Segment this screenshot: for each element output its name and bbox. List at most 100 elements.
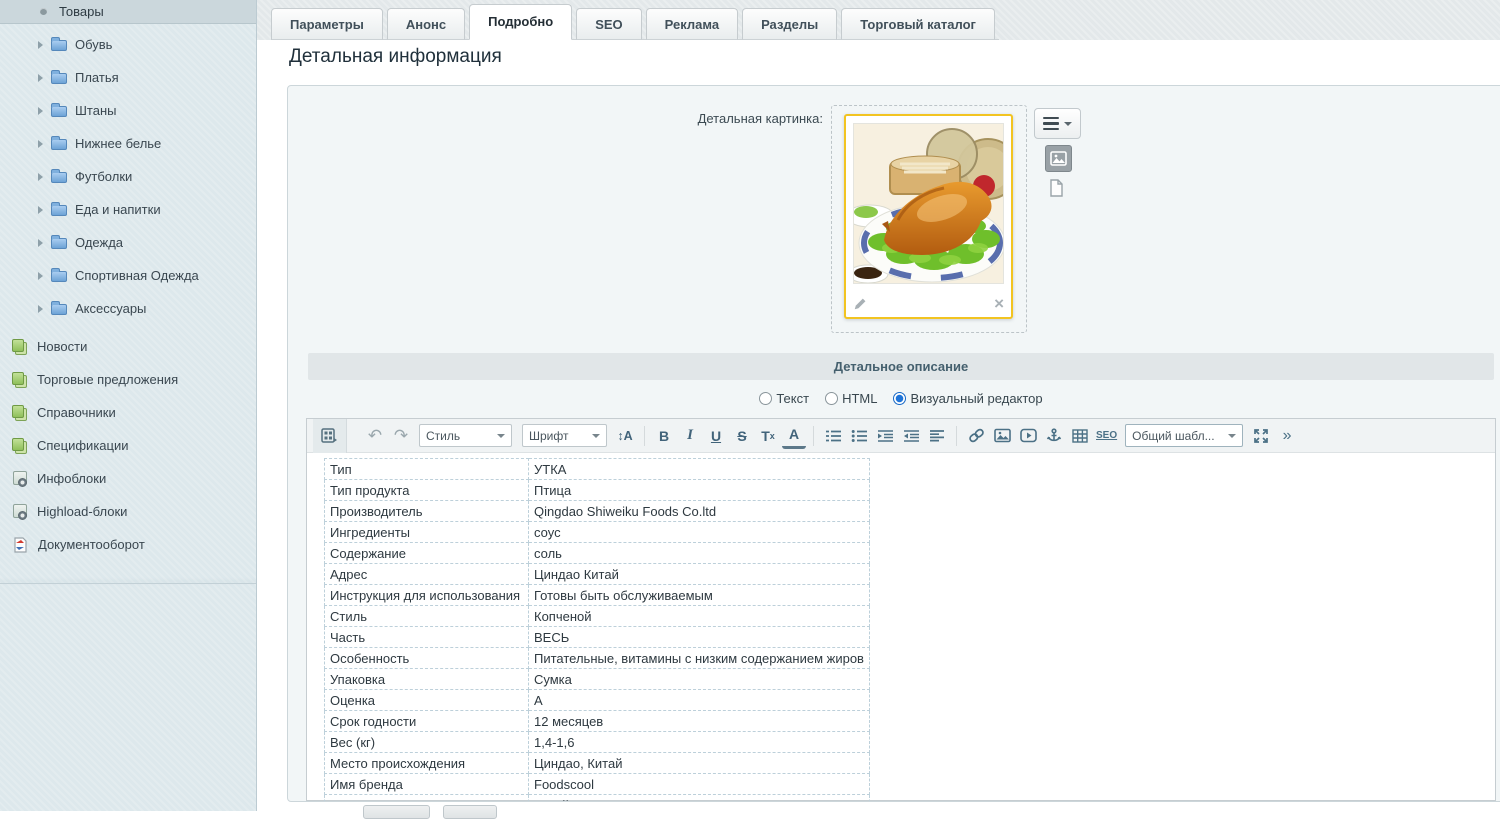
sidebar-tree-item-6[interactable]: Одежда <box>0 226 256 259</box>
property-name-cell[interactable]: Часть <box>325 627 529 648</box>
unordered-list-icon[interactable] <box>847 423 871 449</box>
font-dropdown[interactable]: Шрифт <box>522 424 607 447</box>
property-value-cell[interactable]: Питательные, витамины с низким содержани… <box>529 648 870 669</box>
property-name-cell[interactable]: Стиль <box>325 606 529 627</box>
expand-arrow-icon[interactable] <box>38 272 43 280</box>
sidebar-section-3[interactable]: Спецификации <box>0 429 256 462</box>
property-value-cell[interactable]: Сумка <box>529 669 870 690</box>
radio-icon[interactable] <box>893 392 906 405</box>
sidebar-tree-item-5[interactable]: Еда и напитки <box>0 193 256 226</box>
sidebar-tree-item-8[interactable]: Аксессуары <box>0 292 256 325</box>
property-name-cell[interactable]: Тип продукта <box>325 480 529 501</box>
property-name-cell[interactable]: Производитель <box>325 501 529 522</box>
expand-arrow-icon[interactable] <box>38 41 43 49</box>
expand-arrow-icon[interactable] <box>38 74 43 82</box>
sidebar-section-2[interactable]: Справочники <box>0 396 256 429</box>
sidebar-tree-item-4[interactable]: Футболки <box>0 160 256 193</box>
property-name-cell[interactable]: Вес (кг) <box>325 732 529 753</box>
property-name-cell[interactable]: Место происхождения <box>325 753 529 774</box>
outdent-icon[interactable] <box>899 423 923 449</box>
expand-arrow-icon[interactable] <box>38 107 43 115</box>
property-name-cell[interactable]: Содержание <box>325 543 529 564</box>
property-value-cell[interactable]: соус <box>529 522 870 543</box>
edit-image-pencil-icon[interactable] <box>853 297 867 311</box>
property-value-cell[interactable]: Циндао, Китай <box>529 753 870 774</box>
apply-button[interactable] <box>443 805 497 819</box>
tab-0[interactable]: Параметры <box>271 8 383 40</box>
fullscreen-icon[interactable] <box>1249 423 1273 449</box>
sidebar-section-6[interactable]: Документооборот <box>0 528 256 561</box>
tab-4[interactable]: Реклама <box>646 8 738 40</box>
property-value-cell[interactable]: ВЕСЬ <box>529 627 870 648</box>
sidebar-section-4[interactable]: Инфоблоки <box>0 462 256 495</box>
property-value-cell[interactable]: 1,4-1,6 <box>529 732 870 753</box>
property-name-cell[interactable]: Тип <box>325 459 529 480</box>
sidebar-tree-item-1[interactable]: Платья <box>0 61 256 94</box>
more-tools-icon[interactable] <box>1275 423 1299 449</box>
property-value-cell[interactable]: Foodscool <box>529 774 870 795</box>
property-name-cell[interactable]: Адрес <box>325 564 529 585</box>
radio-icon[interactable] <box>825 392 838 405</box>
sidebar-tree-item-0[interactable]: Обувь <box>0 28 256 61</box>
expand-arrow-icon[interactable] <box>38 239 43 247</box>
editor-mode-option-1[interactable]: HTML <box>825 391 877 406</box>
sidebar-section-0[interactable]: Новости <box>0 330 256 363</box>
image-drop-zone[interactable]: × <box>831 105 1027 333</box>
property-name-cell[interactable]: Инструкция для использования <box>325 585 529 606</box>
expand-arrow-icon[interactable] <box>38 140 43 148</box>
property-value-cell[interactable]: Китайская жареная утка <box>529 795 870 802</box>
property-value-cell[interactable]: А <box>529 690 870 711</box>
tab-6[interactable]: Торговый каталог <box>841 8 995 40</box>
image-mode-button[interactable] <box>1045 145 1072 172</box>
delete-image-icon[interactable]: × <box>994 297 1004 311</box>
property-value-cell[interactable]: УТКА <box>529 459 870 480</box>
sidebar-tree-item-7[interactable]: Спортивная Одежда <box>0 259 256 292</box>
expand-arrow-icon[interactable] <box>38 173 43 181</box>
property-name-cell[interactable]: Имя бренда <box>325 774 529 795</box>
strikethrough-icon[interactable]: S <box>730 423 754 449</box>
style-dropdown[interactable]: Стиль <box>419 424 512 447</box>
expand-arrow-icon[interactable] <box>38 305 43 313</box>
property-value-cell[interactable]: 12 месяцев <box>529 711 870 732</box>
property-value-cell[interactable]: Qingdao Shiweiku Foods Co.ltd <box>529 501 870 522</box>
italic-icon[interactable]: I <box>678 423 702 449</box>
radio-icon[interactable] <box>759 392 772 405</box>
property-name-cell[interactable]: Срок годности <box>325 711 529 732</box>
ordered-list-icon[interactable] <box>821 423 845 449</box>
clear-format-icon[interactable]: Tx <box>756 423 780 449</box>
image-menu-button[interactable] <box>1034 108 1081 139</box>
redo-icon[interactable]: ↷ <box>389 423 413 449</box>
indent-icon[interactable] <box>873 423 897 449</box>
property-name-cell[interactable]: Наименование товара <box>325 795 529 802</box>
text-color-icon[interactable]: A <box>782 423 806 449</box>
editor-mode-option-2[interactable]: Визуальный редактор <box>893 391 1042 406</box>
table-icon[interactable] <box>1068 423 1092 449</box>
image-icon[interactable] <box>990 423 1014 449</box>
editor-mode-option-0[interactable]: Текст <box>759 391 809 406</box>
property-value-cell[interactable]: Готовы быть обслуживаемым <box>529 585 870 606</box>
anchor-icon[interactable] <box>1042 423 1066 449</box>
expand-arrow-icon[interactable] <box>38 206 43 214</box>
save-button[interactable] <box>363 805 430 819</box>
sidebar-section-1[interactable]: Торговые предложения <box>0 363 256 396</box>
bold-icon[interactable]: B <box>652 423 676 449</box>
sidebar-section-5[interactable]: Highload-блоки <box>0 495 256 528</box>
tab-2-active[interactable]: Подробно <box>469 4 572 40</box>
video-icon[interactable] <box>1016 423 1040 449</box>
underline-icon[interactable]: U <box>704 423 728 449</box>
link-icon[interactable] <box>964 423 988 449</box>
property-name-cell[interactable]: Ингредиенты <box>325 522 529 543</box>
detail-image-card[interactable]: × <box>844 114 1013 319</box>
tab-3[interactable]: SEO <box>576 8 641 40</box>
file-mode-button[interactable] <box>1049 179 1064 202</box>
undo-icon[interactable]: ↶ <box>363 423 387 449</box>
tab-5[interactable]: Разделы <box>742 8 837 40</box>
components-icon[interactable] <box>313 419 347 453</box>
editor-canvas[interactable]: ТипУТКАТип продуктаПтицаПроизводительQin… <box>307 453 1495 801</box>
sidebar-item-tovary[interactable]: Товары <box>0 0 256 24</box>
sidebar-tree-item-3[interactable]: Нижнее белье <box>0 127 256 160</box>
property-name-cell[interactable]: Упаковка <box>325 669 529 690</box>
template-dropdown[interactable]: Общий шабл... <box>1125 424 1243 447</box>
property-name-cell[interactable]: Оценка <box>325 690 529 711</box>
seo-icon[interactable]: SEO <box>1094 423 1119 449</box>
